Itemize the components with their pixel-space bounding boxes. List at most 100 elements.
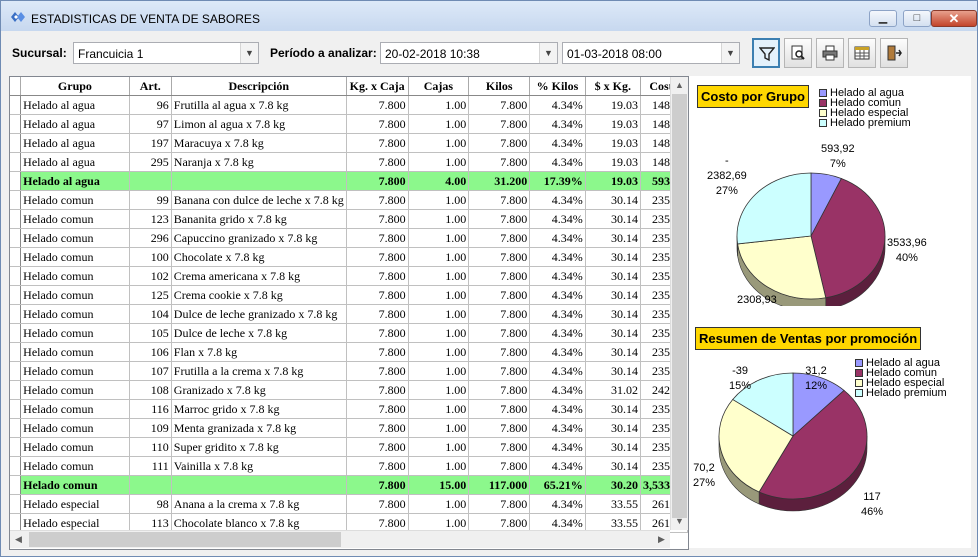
table-cell[interactable]: 30.14 [585,323,641,343]
table-cell[interactable]: 31.200 [468,171,531,191]
table-cell[interactable]: 15.00 [408,475,470,495]
table-cell[interactable]: 104 [129,304,172,324]
table-row[interactable]: Helado comun 110 Super gridito x 7.8 kg 7.8… [10,437,688,457]
table-cell[interactable]: Helado al agua [20,114,130,134]
table-cell[interactable]: 4.34% [529,228,586,248]
table-row[interactable]: Helado comun 107 Frutilla a la crema x 7.8… [10,361,688,381]
table-cell[interactable]: 7.800 [468,209,531,229]
row-selector[interactable] [10,285,22,305]
table-cell[interactable]: 7.800 [468,95,531,115]
table-cell[interactable]: 1.00 [408,133,470,153]
table-cell[interactable]: 1.00 [408,399,470,419]
table-cell[interactable]: 100 [129,247,172,267]
date-to-picker[interactable]: 01-03-2018 08:00 ▼ [562,42,740,64]
row-selector[interactable] [10,228,22,248]
table-cell[interactable]: 125 [129,285,172,305]
row-selector[interactable] [10,209,22,229]
table-cell[interactable]: 123 [129,209,172,229]
table-cell[interactable]: Helado comun [20,418,130,438]
minimize-button[interactable]: ▁ [869,10,897,27]
table-cell[interactable]: 30.14 [585,342,641,362]
table-cell[interactable]: Helado comun [20,209,130,229]
table-cell[interactable]: Dulce de leche granizado x 7.8 kg [171,304,347,324]
table-cell[interactable]: 31.02 [585,380,641,400]
table-cell[interactable]: 30.14 [585,266,641,286]
table-cell[interactable]: 7.800 [468,399,531,419]
table-cell[interactable] [171,475,347,495]
table-cell[interactable]: Marroc grido x 7.8 kg [171,399,347,419]
table-cell[interactable]: Helado comun [20,285,130,305]
table-cell[interactable]: 108 [129,380,172,400]
table-cell[interactable]: 197 [129,133,172,153]
table-cell[interactable]: 117.000 [468,475,531,495]
column-header[interactable]: Art. [129,77,172,96]
table-cell[interactable]: 1.00 [408,95,470,115]
column-header[interactable]: Cajas [408,77,470,96]
table-row[interactable]: Helado comun 106 Flan x 7.8 kg 7.800 1.00 7.8… [10,342,688,362]
table-cell[interactable]: 7.800 [468,494,531,514]
table-cell[interactable]: 7.800 [346,209,409,229]
table-cell[interactable]: 7.800 [468,418,531,438]
row-selector[interactable] [10,418,22,438]
table-cell[interactable]: 30.14 [585,437,641,457]
table-cell[interactable]: 105 [129,323,172,343]
row-selector[interactable] [10,171,22,191]
table-cell[interactable]: Helado comun [20,323,130,343]
table-cell[interactable]: 7.800 [346,475,409,495]
table-cell[interactable]: Anana a la crema x 7.8 kg [171,494,347,514]
table-cell[interactable]: 19.03 [585,133,641,153]
table-row[interactable]: Helado comun 99 Banana con dulce de leche … [10,190,688,210]
table-cell[interactable]: 1.00 [408,247,470,267]
table-cell[interactable]: 1.00 [408,266,470,286]
table-cell[interactable]: 1.00 [408,342,470,362]
table-cell[interactable]: Chocolate x 7.8 kg [171,247,347,267]
table-row[interactable]: Helado al agua 197 Maracuya x 7.8 kg 7.800 1… [10,133,688,153]
table-cell[interactable]: Helado comun [20,456,130,476]
table-cell[interactable]: 7.800 [346,171,409,191]
table-cell[interactable]: 4.34% [529,266,586,286]
table-cell[interactable]: Helado al agua [20,95,130,115]
row-selector[interactable] [10,361,22,381]
table-cell[interactable]: 7.800 [346,418,409,438]
table-row[interactable]: Helado comun 100 Chocolate x 7.8 kg 7.800 1.… [10,247,688,267]
table-cell[interactable]: 7.800 [346,456,409,476]
table-cell[interactable]: 7.800 [468,114,531,134]
table-cell[interactable]: 7.800 [346,399,409,419]
column-header[interactable]: Kilos [468,77,531,96]
table-cell[interactable]: 4.34% [529,342,586,362]
scroll-up-icon[interactable]: ▲ [671,77,688,94]
table-cell[interactable]: 4.34% [529,418,586,438]
table-cell[interactable]: Helado al agua [20,133,130,153]
table-cell[interactable]: Helado al agua [20,152,130,172]
table-cell[interactable]: 7.800 [468,437,531,457]
table-cell[interactable]: 116 [129,399,172,419]
table-cell[interactable]: 1.00 [408,437,470,457]
row-selector[interactable] [10,323,22,343]
table-cell[interactable]: 4.34% [529,133,586,153]
table-cell[interactable]: 4.34% [529,114,586,134]
vertical-scroll-thumb[interactable] [672,94,687,518]
table-cell[interactable]: Granizado x 7.8 kg [171,380,347,400]
table-cell[interactable]: 7.800 [346,228,409,248]
table-cell[interactable]: Helado comun [20,190,130,210]
table-row[interactable]: Helado comun 102 Crema americana x 7.8 kg 7… [10,266,688,286]
table-cell[interactable]: 296 [129,228,172,248]
table-cell[interactable]: 4.34% [529,247,586,267]
table-cell[interactable]: Helado al agua [20,171,130,191]
column-header[interactable]: $ x Kg. [585,77,641,96]
table-cell[interactable]: Capuccino granizado x 7.8 kg [171,228,347,248]
table-cell[interactable]: Menta granizada x 7.8 kg [171,418,347,438]
table-cell[interactable]: 7.800 [346,361,409,381]
table-cell[interactable]: 30.14 [585,209,641,229]
table-cell[interactable]: 7.800 [346,114,409,134]
sucursal-dropdown[interactable]: Francuicia 1 ▼ [73,42,259,64]
table-cell[interactable] [171,171,347,191]
table-cell[interactable]: Helado comun [20,228,130,248]
table-cell[interactable]: 110 [129,437,172,457]
row-selector[interactable] [10,342,22,362]
table-cell[interactable]: 19.03 [585,95,641,115]
scroll-left-icon[interactable]: ◀ [10,531,27,548]
table-cell[interactable]: 295 [129,152,172,172]
table-cell[interactable]: 19.03 [585,152,641,172]
table-cell[interactable]: Super gridito x 7.8 kg [171,437,347,457]
